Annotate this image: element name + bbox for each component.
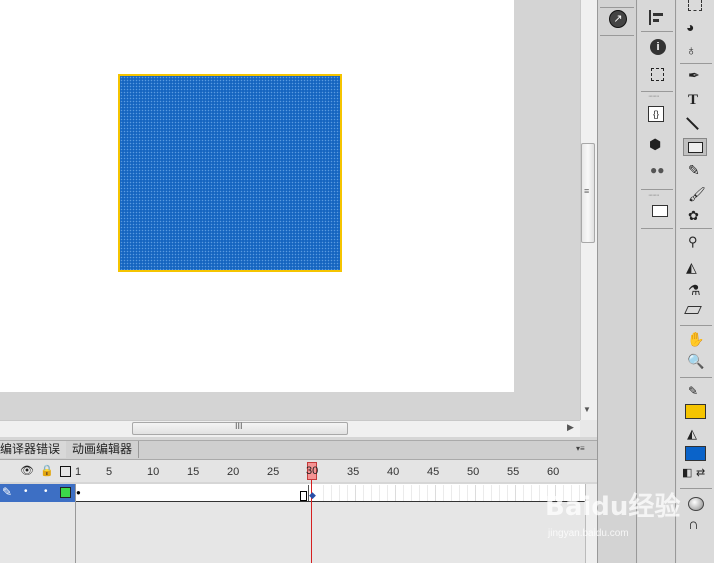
frame-number: 40 [387, 466, 400, 478]
hand-tool-icon[interactable]: ✋ [687, 331, 704, 348]
lasso-tool-icon[interactable]: ♁ [686, 42, 697, 58]
motion-presets-icon[interactable]: ↗ [609, 10, 627, 28]
tab-motion-editor[interactable]: 动画编辑器 [66, 441, 140, 458]
frame-dividers [316, 485, 584, 501]
transform-icon[interactable] [651, 68, 664, 81]
panel-grip[interactable]: ········ [648, 93, 660, 100]
fill-color-bucket-icon: ◭ [687, 426, 697, 441]
divider [641, 31, 673, 32]
actions-icon[interactable]: {} [648, 106, 664, 122]
deco-tool-icon[interactable]: ✿ [688, 208, 699, 224]
selected-rectangle-shape[interactable] [118, 74, 342, 272]
subselection-tool-icon[interactable] [688, 0, 702, 11]
pen-tool-icon[interactable]: ✒ [688, 67, 700, 84]
timeline-body [0, 502, 597, 563]
divider [680, 325, 712, 326]
divider [600, 7, 634, 8]
pencil-icon: ✎ [2, 485, 13, 499]
divider [680, 488, 712, 489]
scrollbar-corner [580, 420, 597, 437]
stroke-color-swatch[interactable] [685, 404, 706, 419]
rectangle-tool-selected[interactable] [683, 138, 707, 156]
current-frame-marker-icon: ◆ [309, 490, 316, 500]
text-tool-icon[interactable]: T [688, 92, 698, 109]
lock-dot-icon[interactable]: • [44, 486, 48, 497]
fill-color-swatch[interactable] [685, 446, 706, 461]
frame-number: 15 [187, 466, 200, 478]
frame-number: 50 [467, 466, 480, 478]
layer-outline-color-swatch[interactable] [60, 487, 71, 498]
swap-colors-icon[interactable]: ⇄ [696, 466, 705, 479]
collapsed-panel-column-1 [597, 0, 637, 563]
end-frame-marker[interactable] [300, 491, 307, 501]
paint-bucket-tool-icon[interactable]: ◭ [686, 259, 697, 276]
layer-divider [75, 484, 76, 563]
divider [680, 63, 712, 64]
panel-grip[interactable]: ········ [648, 192, 660, 199]
frame-number: 45 [427, 466, 440, 478]
tab-compiler-errors[interactable]: 编译器错误 [0, 441, 68, 458]
3d-rotation-tool-icon[interactable]: ◕ [686, 19, 694, 35]
frame-number: 60 [547, 466, 560, 478]
eyedropper-tool-icon[interactable]: ⚗ [688, 282, 701, 299]
divider [641, 189, 673, 190]
static-frames-span[interactable] [76, 485, 309, 501]
frame-number: 1 [75, 466, 82, 478]
grip-icon: ≡ [584, 186, 590, 196]
divider [600, 35, 634, 36]
panel-menu-icon[interactable]: ▾≡ [576, 444, 585, 453]
frame-number: 55 [507, 466, 520, 478]
visibility-dot-icon[interactable]: • [24, 486, 28, 497]
default-colors-icon[interactable]: ◧ [682, 466, 692, 479]
stroke-color-pencil-icon: ✎ [688, 384, 699, 398]
components-icon[interactable]: ⬢ [649, 136, 661, 153]
outline-layers-icon[interactable] [60, 466, 71, 477]
divider [641, 228, 673, 229]
collapsed-panel-column-2 [638, 0, 676, 563]
object-drawing-icon[interactable] [688, 497, 704, 511]
show-hide-layers-eye-icon[interactable]: 👁 [20, 464, 34, 477]
frame-number: 35 [347, 466, 360, 478]
watermark-url: jingyan.baidu.com [548, 528, 629, 539]
watermark-logo: Baidu经验 [545, 492, 681, 522]
snap-to-objects-magnet-icon[interactable]: ∩ [688, 516, 699, 533]
grip-icon: III [235, 421, 243, 431]
color-swatches-icon[interactable]: ●● [650, 163, 665, 177]
align-icon[interactable] [649, 10, 667, 25]
frame-number: 10 [147, 466, 160, 478]
bone-tool-icon[interactable]: ⚲ [688, 234, 698, 250]
divider [680, 228, 712, 229]
divider [641, 91, 673, 92]
frame-number: 5 [106, 466, 113, 478]
keyframe-icon[interactable]: ● [76, 488, 81, 497]
scroll-right-arrow-icon[interactable]: ▶ [567, 422, 574, 433]
frame-number: 20 [227, 466, 240, 478]
brush-tool-icon[interactable]: 🖌 [688, 186, 706, 203]
divider [680, 377, 712, 378]
frame-number: 25 [267, 466, 280, 478]
pencil-tool-icon[interactable]: ✎ [688, 162, 700, 179]
library-icon[interactable] [652, 205, 668, 217]
lock-layers-icon[interactable]: 🔒 [40, 464, 54, 477]
info-icon[interactable]: i [650, 39, 666, 55]
scroll-down-arrow-icon[interactable]: ▼ [583, 405, 591, 414]
zoom-tool-icon[interactable]: 🔍 [687, 353, 704, 370]
current-frame-number: 30 [306, 465, 319, 477]
